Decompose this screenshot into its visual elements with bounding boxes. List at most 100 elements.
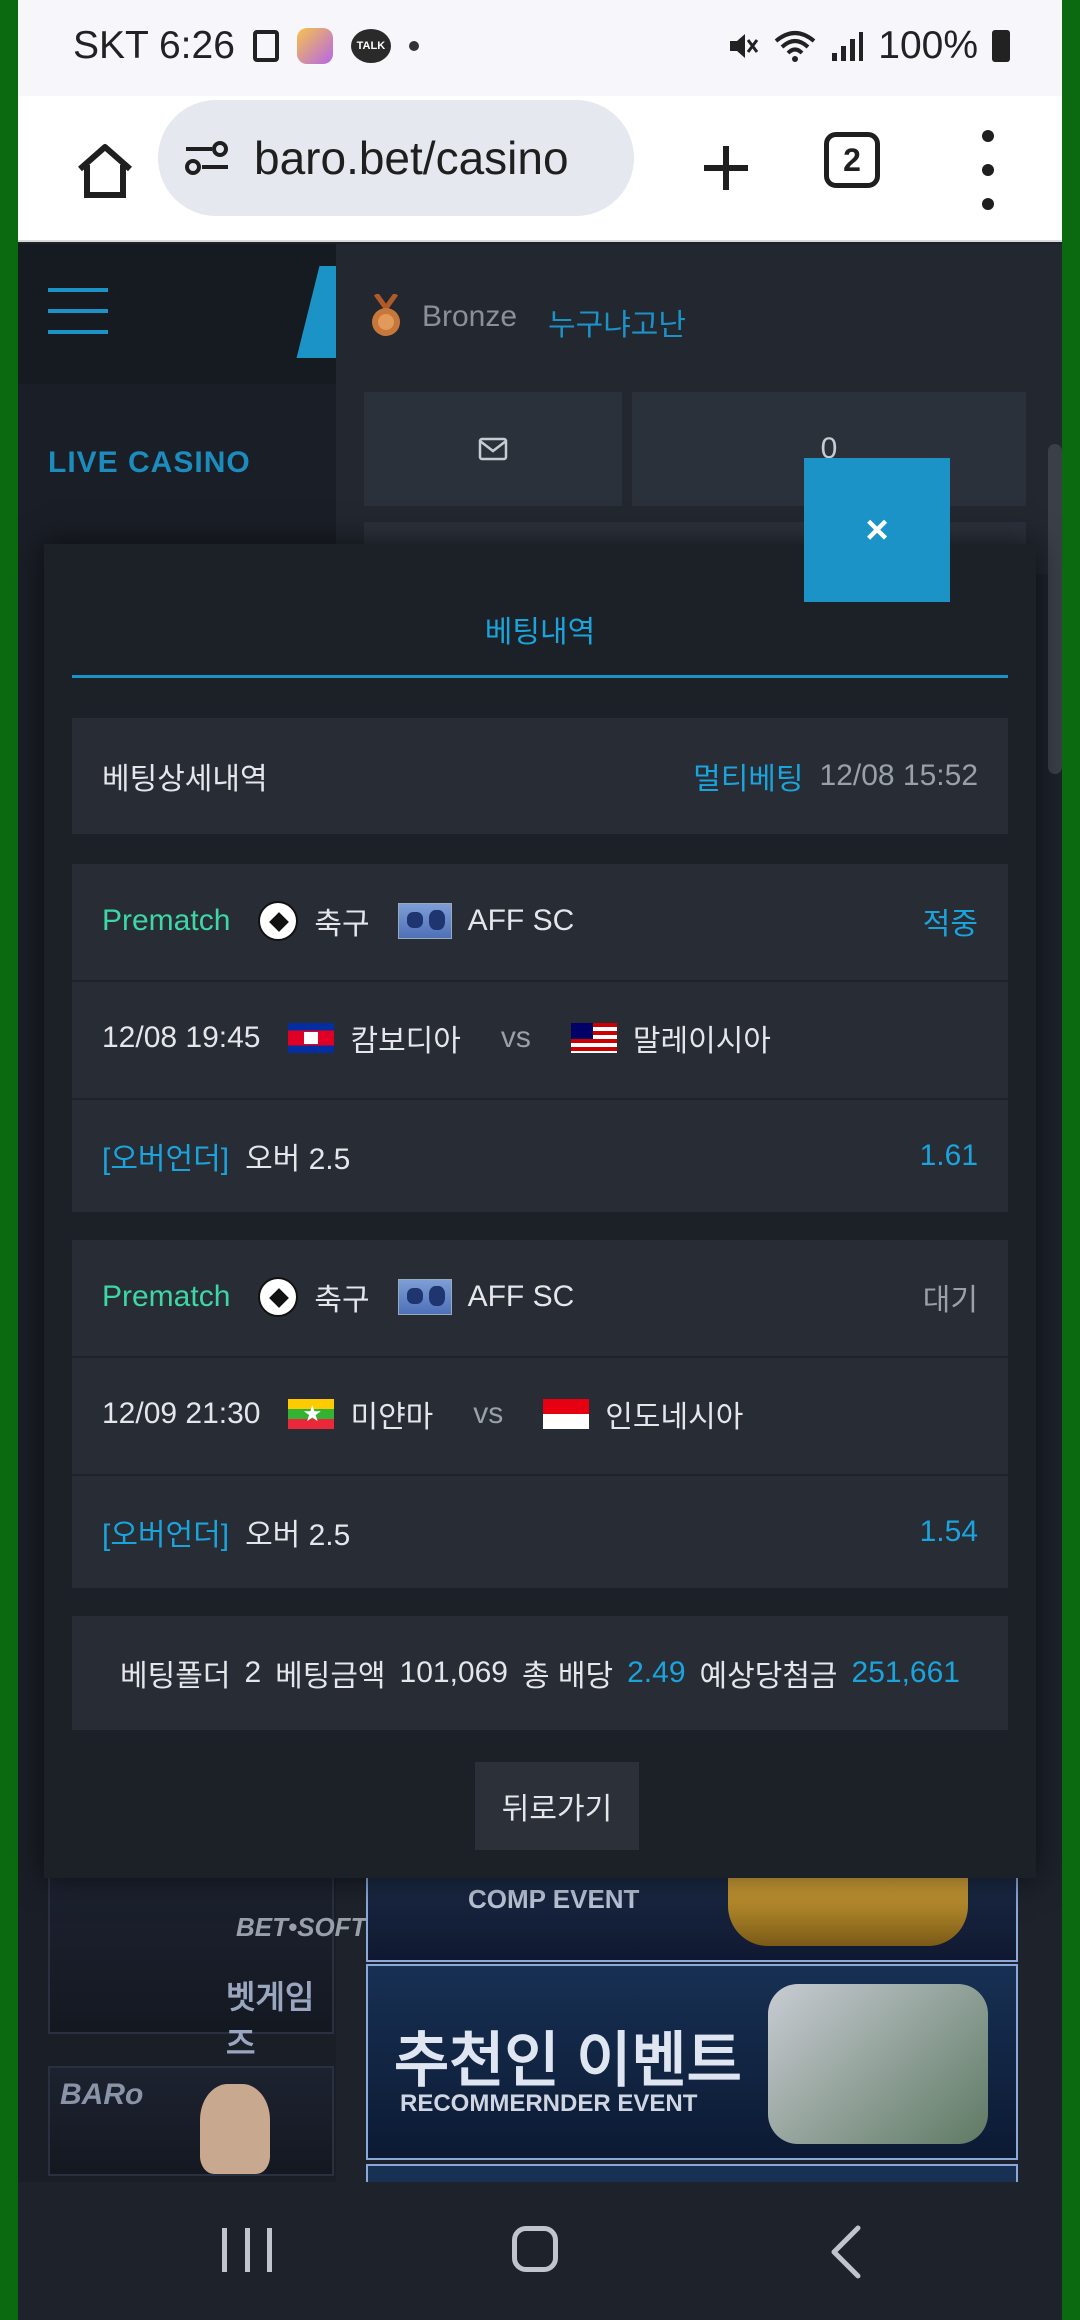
bet-status: 적중 (922, 908, 978, 941)
wifi-icon (774, 31, 816, 62)
match-time: 12/08 19:45 (102, 1021, 261, 1054)
messages-button[interactable] (364, 392, 622, 506)
bet-odds: 1.61 (919, 1139, 978, 1172)
phone-notification-icon (252, 30, 279, 62)
browser-toolbar: baro.bet/casino 2 (18, 96, 1062, 242)
pick-row: [오버언더] 오버 2.5 1.54 (72, 1474, 1008, 1588)
market-type: [오버언더] (102, 1519, 230, 1552)
banner-brand: BARo (60, 2078, 144, 2111)
signal-icon (832, 32, 864, 61)
url-text: baro.bet/casino (254, 132, 569, 184)
home-icon (78, 144, 132, 198)
world-flag-icon (397, 903, 452, 939)
recent-apps-button[interactable] (222, 2228, 272, 2272)
browser-menu-button[interactable] (978, 130, 998, 210)
sport-name: 축구 (314, 1284, 370, 1317)
match-time: 12/09 21:30 (102, 1397, 261, 1430)
sport-name: 축구 (314, 908, 370, 941)
live-casino-label[interactable]: LIVE CASINO (48, 446, 251, 480)
amount-value: 101,069 (399, 1656, 508, 1689)
bet-detail-header: 베팅상세내역 멀티베팅 12/08 15:52 (72, 718, 1008, 834)
bet-status: 대기 (922, 1284, 978, 1317)
dealer-image (200, 2084, 270, 2174)
bet-header-row: Prematch 축구 AFF SC 적중 (72, 864, 1008, 978)
bet-card: Prematch 축구 AFF SC 대기 12/09 21:30 미얀마 vs… (72, 1240, 1008, 1588)
event-banner[interactable] (366, 2164, 1018, 2184)
bet-card: Prematch 축구 AFF SC 적중 12/08 19:45 캄보디아 v… (72, 864, 1008, 1212)
cambodia-flag-icon (288, 1023, 335, 1053)
banner-subtitle: RECOMMERNDER EVENT (400, 2090, 698, 2117)
banner-title: 추천인 이벤트 (394, 2027, 742, 2094)
more-notifications-dot-icon (408, 41, 419, 51)
back-button[interactable]: 뒤로가기 (475, 1762, 639, 1850)
kakaotalk-icon: TALK (350, 29, 391, 63)
bet-type: 멀티베팅 (693, 763, 804, 796)
phone-screen: SKT 6:26 TALK 100% baro.bet/casino 2 LIV… (18, 0, 1062, 2320)
new-tab-button[interactable] (678, 120, 774, 216)
vs-label: vs (473, 1397, 504, 1430)
bronze-medal-icon (372, 294, 400, 336)
folder-label: 베팅폴더 (120, 1660, 231, 1693)
bet-odds: 1.54 (919, 1515, 978, 1548)
myanmar-flag-icon (288, 1399, 335, 1429)
detail-row: 베팅상세내역 멀티베팅 12/08 15:52 (72, 718, 1008, 834)
banner-title: 벳게임즈 (226, 1979, 315, 2061)
bet-category: Prematch (102, 904, 231, 937)
expected-win-value: 251,661 (851, 1656, 960, 1689)
envelope-icon (478, 437, 508, 461)
game-banner-baro[interactable]: BARo (48, 2066, 334, 2176)
bet-category: Prematch (102, 1280, 231, 1313)
username[interactable]: 누구냐고난 (548, 300, 686, 344)
status-left: SKT 6:26 TALK (73, 24, 419, 68)
close-button[interactable]: × (804, 458, 950, 602)
expected-win-label: 예상당첨금 (699, 1660, 838, 1693)
mute-icon (730, 34, 759, 58)
bet-pick: 오버 2.5 (245, 1143, 351, 1176)
address-bar[interactable]: baro.bet/casino (158, 100, 634, 216)
home-team: 미얀마 (350, 1401, 434, 1434)
recommender-event-banner[interactable]: 추천인 이벤트 RECOMMERNDER EVENT (366, 1964, 1018, 2160)
indonesia-flag-icon (543, 1399, 590, 1429)
league-name: AFF SC (467, 904, 575, 937)
match-row: 12/08 19:45 캄보디아 vs 말레이시아 (72, 980, 1008, 1094)
bet-pick: 오버 2.5 (245, 1519, 351, 1552)
bet-header-row: Prematch 축구 AFF SC 대기 (72, 1240, 1008, 1354)
betting-history-modal: 베팅내역 베팅상세내역 멀티베팅 12/08 15:52 Prematch 축구… (44, 544, 1036, 1878)
page-scrollbar[interactable] (1048, 444, 1062, 774)
home-team: 캄보디아 (350, 1025, 461, 1058)
game-banner-betsoft[interactable]: BET•SOFT 벳게임즈 (48, 1874, 366, 2061)
bet-summary: 베팅폴더 2 베팅금액 101,069 총 배당 2.49 예상당첨금 251,… (72, 1616, 1008, 1730)
folder-value: 2 (244, 1656, 262, 1689)
carrier-time: SKT 6:26 (73, 24, 235, 67)
market-type: [오버언더] (102, 1143, 230, 1176)
away-team: 인도네시아 (605, 1401, 744, 1434)
user-panel: Bronze 누구냐고난 0 (336, 244, 1062, 582)
soccer-ball-icon (258, 901, 299, 941)
malaysia-flag-icon (570, 1023, 617, 1053)
away-team: 말레이시아 (632, 1025, 771, 1058)
user-grade: Bronze (422, 300, 518, 333)
match-row: 12/09 21:30 미얀마 vs 인도네시아 (72, 1356, 1008, 1470)
handshake-image (768, 1984, 988, 2144)
site-settings-icon[interactable] (182, 138, 232, 178)
total-odds-label: 총 배당 (521, 1660, 614, 1693)
bet-datetime: 12/08 15:52 (819, 759, 978, 792)
system-navigation-bar (18, 2182, 1062, 2320)
soccer-ball-icon (258, 1277, 299, 1317)
plus-icon (704, 146, 748, 190)
world-flag-icon (397, 1279, 452, 1315)
gold-coins-image (728, 1876, 968, 1946)
battery-icon (992, 30, 1010, 62)
amount-label: 베팅금액 (275, 1660, 386, 1693)
browser-home-button[interactable] (60, 126, 150, 216)
pick-row: [오버언더] 오버 2.5 1.61 (72, 1098, 1008, 1212)
comp-event-banner[interactable]: COMP EVENT (366, 1874, 1018, 1962)
back-icon[interactable] (818, 2222, 878, 2282)
status-right: 100% (726, 24, 1010, 68)
total-odds-value: 2.49 (627, 1656, 686, 1689)
vs-label: vs (500, 1021, 531, 1054)
system-home-button[interactable] (512, 2226, 558, 2272)
tab-switcher-button[interactable]: 2 (824, 132, 880, 188)
status-bar: SKT 6:26 TALK 100% (18, 0, 1062, 96)
hamburger-menu-icon[interactable] (48, 288, 108, 334)
